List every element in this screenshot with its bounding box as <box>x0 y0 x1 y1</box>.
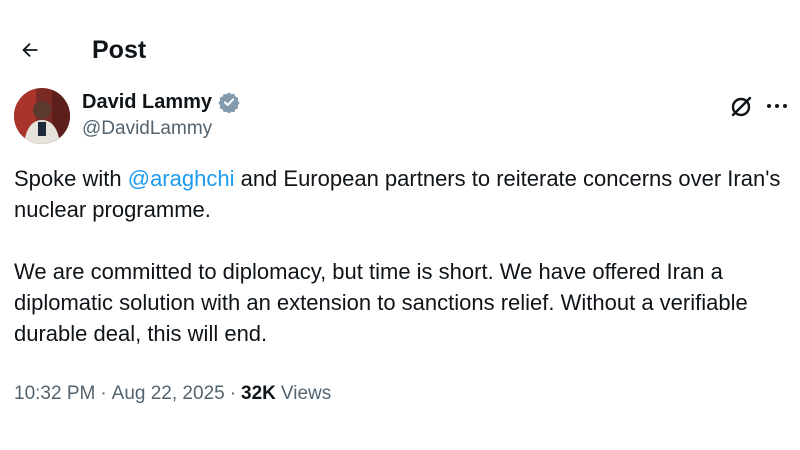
mention-link[interactable]: @araghchi <box>128 166 235 191</box>
views-label: Views <box>280 383 332 404</box>
back-arrow-icon <box>22 42 38 58</box>
post-paragraph-2: We are committed to diplomacy, but time … <box>14 259 748 346</box>
post-paragraph-1: Spoke with @araghchi and European partne… <box>14 163 789 225</box>
author-name[interactable]: David Lammy <box>82 91 212 114</box>
post-text: Spoke with @araghchi and European partne… <box>14 163 789 349</box>
avatar[interactable] <box>14 88 70 144</box>
post-time[interactable]: 10:32 PM <box>14 383 95 405</box>
back-button[interactable] <box>14 34 46 66</box>
author-name-row: David Lammy <box>82 88 240 116</box>
separator-dot: · <box>100 383 107 404</box>
more-icon <box>767 104 787 108</box>
separator-dot: · <box>229 383 237 404</box>
author-handle[interactable]: @DavidLammy <box>82 118 212 140</box>
post-metadata: 10:32 PM · Aug 22, 2025 · 32K Views <box>14 383 331 405</box>
top-bar: Post <box>0 0 800 98</box>
more-options-button[interactable] <box>762 94 792 118</box>
grok-button[interactable] <box>728 94 754 120</box>
post-date[interactable]: Aug 22, 2025 <box>112 383 225 405</box>
post-text-pre: Spoke with <box>14 166 128 191</box>
verified-badge-icon <box>218 92 240 113</box>
page-title: Post <box>92 36 147 64</box>
grok-icon <box>731 96 752 117</box>
views-count: 32K <box>241 383 276 404</box>
